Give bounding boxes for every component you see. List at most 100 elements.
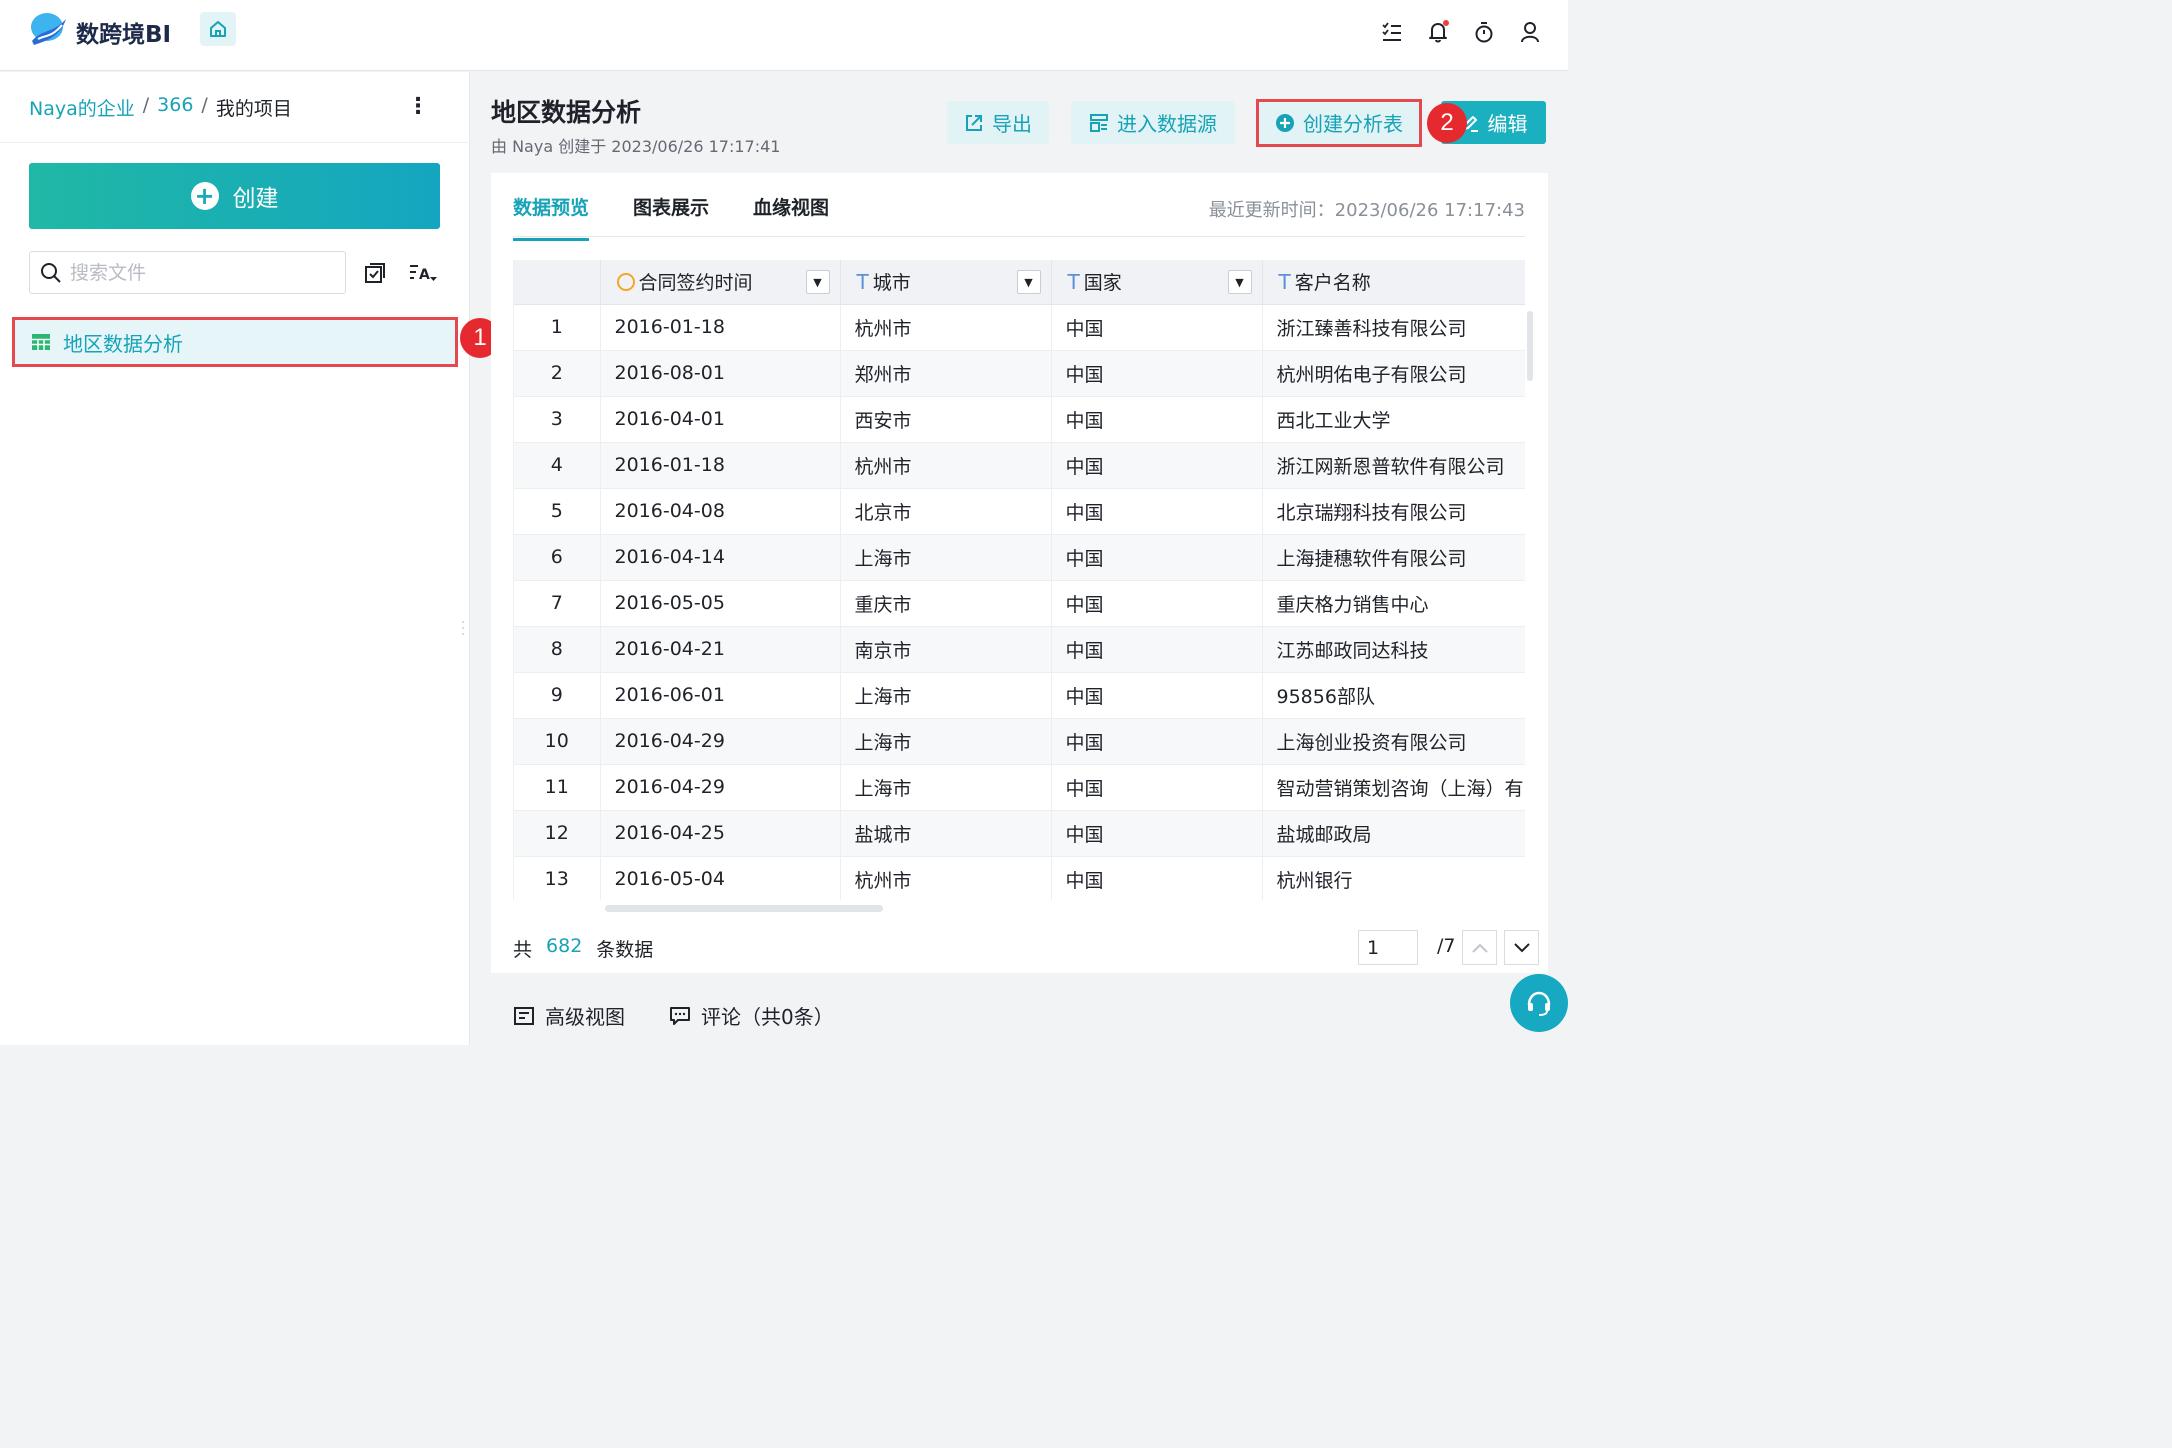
page-number-input[interactable]: 1: [1358, 930, 1418, 965]
text-type-icon: T: [1278, 269, 1291, 294]
batch-select-icon[interactable]: [363, 261, 387, 285]
count-prefix: 共: [513, 939, 533, 961]
bottom-bar: 高级视图 评论（共0条）: [491, 986, 1548, 1045]
search-input[interactable]: [70, 261, 330, 284]
cell-customer-name: 西北工业大学: [1262, 396, 1525, 443]
next-page-button[interactable]: [1504, 930, 1539, 965]
brand-name: 数跨境BI: [76, 22, 172, 48]
prev-page-button[interactable]: [1462, 930, 1497, 965]
top-bar: 数跨境BI: [0, 0, 1568, 71]
page-total: /7: [1437, 935, 1456, 957]
svg-text:A: A: [419, 267, 430, 283]
column-dropdown-icon[interactable]: ▼: [1227, 270, 1252, 294]
cell-city: 盐城市: [840, 810, 1052, 857]
row-index: 13: [514, 856, 601, 900]
breadcrumb-enterprise[interactable]: Naya的企业: [29, 94, 135, 121]
breadcrumb-project-366[interactable]: 366: [157, 94, 193, 121]
cell-city: 上海市: [840, 764, 1052, 811]
cell-country: 中国: [1051, 626, 1263, 673]
table-row[interactable]: 3 2016-04-01 西安市 中国 西北工业大学: [514, 396, 1525, 443]
cell-city: 重庆市: [840, 580, 1052, 627]
chat-support-button[interactable]: [1510, 974, 1568, 1032]
row-index: 7: [514, 580, 601, 627]
home-button[interactable]: [200, 12, 236, 46]
cell-contract-date: 2016-01-18: [600, 442, 841, 489]
cell-contract-date: 2016-01-18: [600, 304, 841, 351]
breadcrumb-current: 我的项目: [215, 98, 292, 120]
user-icon[interactable]: [1518, 20, 1542, 44]
sort-icon[interactable]: A: [408, 261, 438, 285]
text-type-icon: T: [1067, 269, 1080, 294]
column-dropdown-icon[interactable]: ▼: [805, 270, 830, 294]
table-row[interactable]: 6 2016-04-14 上海市 中国 上海捷穗软件有限公司: [514, 534, 1525, 581]
table-row[interactable]: 5 2016-04-08 北京市 中国 北京瑞翔科技有限公司: [514, 488, 1525, 535]
cell-contract-date: 2016-04-21: [600, 626, 841, 673]
breadcrumb-separator: /: [142, 94, 150, 116]
table-row[interactable]: 12 2016-04-25 盐城市 中国 盐城邮政局: [514, 810, 1525, 857]
logo-icon: [31, 13, 66, 45]
file-item-region-analysis[interactable]: 地区数据分析: [12, 317, 458, 367]
table-row[interactable]: 1 2016-01-18 杭州市 中国 浙江臻善科技有限公司: [514, 304, 1525, 351]
table-row[interactable]: 8 2016-04-21 南京市 中国 江苏邮政同达科技: [514, 626, 1525, 673]
more-options-icon[interactable]: ⋮: [407, 96, 429, 118]
timer-icon[interactable]: [1472, 20, 1496, 44]
advanced-view-button[interactable]: 高级视图: [513, 1001, 625, 1030]
data-table: 合同签约时间 ▼ T 城市 ▼ T 国家 ▼ T 客户名称 1 2016-01-…: [513, 260, 1525, 900]
advanced-view-label: 高级视图: [545, 1005, 625, 1029]
file-item-label: 地区数据分析: [63, 331, 183, 356]
breadcrumb: Naya的企业 / 366 / 我的项目: [29, 94, 292, 121]
datetime-icon: [616, 272, 635, 291]
table-row[interactable]: 4 2016-01-18 杭州市 中国 浙江网新恩普软件有限公司: [514, 442, 1525, 489]
table-row[interactable]: 2 2016-08-01 郑州市 中国 杭州明佑电子有限公司: [514, 350, 1525, 397]
checklist-icon[interactable]: [1380, 20, 1404, 44]
row-index: 8: [514, 626, 601, 673]
row-index: 6: [514, 534, 601, 581]
column-header-country[interactable]: T 国家 ▼: [1051, 260, 1263, 305]
table-row[interactable]: 10 2016-04-29 上海市 中国 上海创业投资有限公司: [514, 718, 1525, 765]
row-index: 10: [514, 718, 601, 765]
horizontal-scrollbar[interactable]: [605, 905, 883, 912]
annotation-badge-2: 2: [1427, 103, 1467, 143]
tab-lineage-view[interactable]: 血缘视图: [753, 193, 829, 241]
cell-contract-date: 2016-05-05: [600, 580, 841, 627]
cell-country: 中国: [1051, 580, 1263, 627]
cell-contract-date: 2016-04-08: [600, 488, 841, 535]
create-button[interactable]: + 创建: [29, 163, 440, 229]
cell-city: 上海市: [840, 534, 1052, 581]
cell-country: 中国: [1051, 534, 1263, 581]
create-label: 创建: [232, 186, 279, 212]
divider: [0, 142, 470, 143]
export-label: 导出: [992, 112, 1032, 136]
cell-contract-date: 2016-04-29: [600, 718, 841, 765]
column-header-customer[interactable]: T 客户名称: [1262, 260, 1525, 305]
row-index: 5: [514, 488, 601, 535]
cell-customer-name: 浙江网新恩普软件有限公司: [1262, 442, 1525, 489]
enter-datasource-button[interactable]: 进入数据源: [1071, 101, 1235, 144]
search-icon: [41, 262, 61, 283]
cell-customer-name: 95856部队: [1262, 672, 1525, 719]
breadcrumb-separator: /: [201, 94, 208, 116]
cell-city: 南京市: [840, 626, 1052, 673]
data-panel: 数据预览 图表展示 血缘视图 最近更新时间：2023/06/26 17:17:4…: [491, 173, 1548, 973]
row-index: 3: [514, 396, 601, 443]
resize-handle[interactable]: · · ·: [461, 616, 465, 642]
datasource-icon: [1090, 113, 1108, 132]
export-button[interactable]: 导出: [947, 101, 1049, 144]
table-row[interactable]: 13 2016-05-04 杭州市 中国 杭州银行: [514, 856, 1525, 900]
table-row[interactable]: 7 2016-05-05 重庆市 中国 重庆格力销售中心: [514, 580, 1525, 627]
cell-country: 中国: [1051, 304, 1263, 351]
column-dropdown-icon[interactable]: ▼: [1016, 270, 1041, 294]
table-row[interactable]: 11 2016-04-29 上海市 中国 智动营销策划咨询（上海）有: [514, 764, 1525, 811]
column-header-contract-date[interactable]: 合同签约时间 ▼: [600, 260, 841, 305]
tab-chart-display[interactable]: 图表展示: [633, 193, 709, 241]
table-row[interactable]: 9 2016-06-01 上海市 中国 95856部队: [514, 672, 1525, 719]
column-header-city[interactable]: T 城市 ▼: [840, 260, 1052, 305]
bell-icon[interactable]: [1426, 20, 1450, 44]
home-icon: [210, 21, 226, 37]
cell-customer-name: 浙江臻善科技有限公司: [1262, 304, 1525, 351]
comments-button[interactable]: 评论（共0条）: [669, 1001, 834, 1030]
row-index: 4: [514, 442, 601, 489]
cell-customer-name: 北京瑞翔科技有限公司: [1262, 488, 1525, 535]
tab-data-preview[interactable]: 数据预览: [513, 193, 590, 241]
vertical-scrollbar[interactable]: [1527, 311, 1533, 381]
